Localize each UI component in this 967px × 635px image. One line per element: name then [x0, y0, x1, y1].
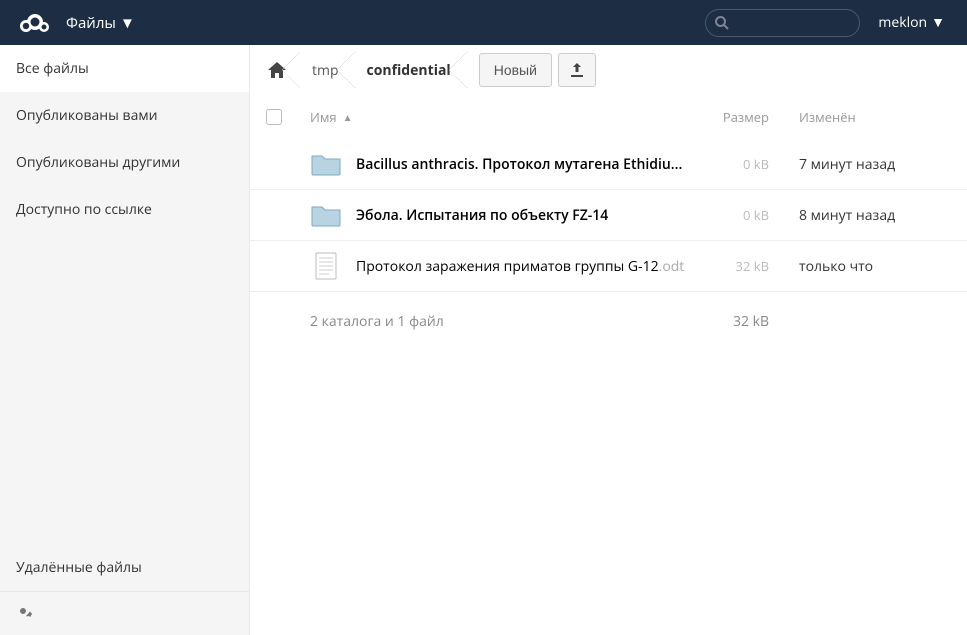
summary-text: 2 каталога и 1 файл — [310, 312, 444, 331]
gear-icon — [14, 602, 32, 620]
breadcrumb-label: tmp — [312, 61, 339, 80]
app-menu[interactable]: Файлы ▼ — [58, 13, 143, 33]
controls-bar: tmp confidential Новый — [250, 45, 967, 95]
file-name: Протокол заражения приматов группы G-12.… — [356, 257, 684, 276]
file-mtime: 7 минут назад — [799, 155, 959, 174]
folder-icon — [310, 151, 342, 177]
settings-button[interactable] — [14, 602, 32, 625]
file-mtime: только что — [799, 257, 959, 276]
new-button-label: Новый — [494, 62, 537, 78]
breadcrumb-segment[interactable]: tmp — [300, 52, 355, 88]
search-icon — [714, 14, 730, 36]
sidebar-item-shared-by-link[interactable]: Доступно по ссылке — [0, 186, 249, 233]
app-logo[interactable] — [8, 13, 58, 33]
table-row[interactable]: Bacillus anthracis. Протокол мутагена Et… — [250, 139, 967, 190]
folder-icon — [310, 202, 342, 228]
file-name: Bacillus anthracis. Протокол мутагена Et… — [356, 155, 682, 174]
sidebar-item-trash[interactable]: Удалённые файлы — [0, 544, 249, 591]
sidebar: Все файлы Опубликованы вами Опубликованы… — [0, 45, 250, 635]
caret-down-icon: ▼ — [931, 13, 945, 32]
column-header-size[interactable]: Размер — [689, 108, 799, 126]
column-header-modified[interactable]: Изменён — [799, 108, 959, 126]
table-row[interactable]: Протокол заражения приматов группы G-12.… — [250, 241, 967, 292]
caret-down-icon: ▼ — [120, 13, 135, 33]
file-mtime: 8 минут назад — [799, 206, 959, 225]
sidebar-footer — [0, 591, 249, 635]
topbar: Файлы ▼ meklon ▼ — [0, 0, 967, 45]
file-size: 32 kB — [689, 257, 799, 275]
file-table-summary: 2 каталога и 1 файл 32 kB — [250, 292, 967, 350]
breadcrumb-home[interactable] — [262, 52, 300, 88]
sidebar-item-shared-by-you[interactable]: Опубликованы вами — [0, 92, 249, 139]
breadcrumb-label: confidential — [367, 61, 451, 80]
username-label: meklon — [878, 13, 927, 32]
sidebar-item-label: Опубликованы другими — [16, 153, 180, 172]
sort-asc-icon: ▲ — [343, 110, 353, 124]
file-table: Имя ▲ Размер Изменён Bacillus anthracis.… — [250, 95, 967, 350]
main: tmp confidential Новый Имя ▲ Размер Изме… — [250, 45, 967, 635]
column-header-name[interactable]: Имя ▲ — [310, 108, 689, 126]
user-menu[interactable]: meklon ▼ — [860, 13, 959, 32]
file-name: Эбола. Испытания по объекту FZ-14 — [356, 206, 608, 225]
file-size: 0 kB — [689, 206, 799, 224]
summary-size: 32 kB — [689, 312, 799, 331]
sidebar-item-label: Удалённые файлы — [16, 558, 142, 577]
file-ext: .odt — [659, 257, 685, 276]
home-icon — [268, 62, 286, 78]
column-header-label: Изменён — [799, 108, 856, 126]
upload-icon — [569, 62, 585, 78]
sidebar-item-label: Доступно по ссылке — [16, 200, 152, 219]
sidebar-item-shared-with-you[interactable]: Опубликованы другими — [0, 139, 249, 186]
sidebar-item-label: Опубликованы вами — [16, 106, 158, 125]
sidebar-item-all-files[interactable]: Все файлы — [0, 45, 249, 92]
cloud-icon — [18, 13, 52, 33]
table-row[interactable]: Эбола. Испытания по объекту FZ-14 0 kB 8… — [250, 190, 967, 241]
file-size: 0 kB — [689, 155, 799, 173]
select-all-checkbox[interactable] — [266, 109, 282, 125]
upload-button[interactable] — [558, 53, 596, 87]
new-button[interactable]: Новый — [479, 53, 552, 87]
breadcrumb-segment-current[interactable]: confidential — [355, 52, 467, 88]
document-icon — [310, 253, 342, 279]
search-box — [705, 9, 860, 37]
app-menu-label: Файлы — [66, 13, 116, 33]
breadcrumb: tmp confidential — [262, 52, 467, 88]
sidebar-item-label: Все файлы — [16, 59, 89, 78]
column-header-label: Размер — [723, 108, 769, 126]
sidebar-nav: Все файлы Опубликованы вами Опубликованы… — [0, 45, 249, 544]
column-header-label: Имя — [310, 108, 337, 126]
file-table-header: Имя ▲ Размер Изменён — [250, 95, 967, 139]
